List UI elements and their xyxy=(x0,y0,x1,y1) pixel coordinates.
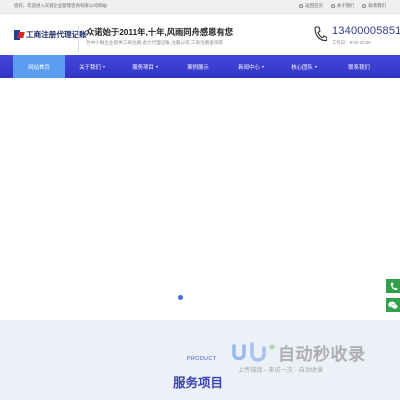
float-wechat-button[interactable] xyxy=(386,298,400,312)
logo-icon xyxy=(14,29,25,40)
nav-item-home[interactable]: 网站首页 xyxy=(13,55,65,78)
home-icon xyxy=(299,4,304,8)
float-phone-button[interactable] xyxy=(386,279,400,293)
top-links: 返回首页 关于我们 联系我们 xyxy=(299,3,386,9)
nav-item-news[interactable]: 新闻中心 xyxy=(225,55,277,78)
watermark-logo-icon xyxy=(232,342,275,362)
work-hours: 工作日：9:00-22:00 xyxy=(332,40,371,45)
carousel-dot[interactable] xyxy=(178,295,183,300)
sub-slogan: 为中小微企业提供工商注册,会计代理记账,注册公司,工商注册查询等 xyxy=(86,40,224,45)
nav-item-contact[interactable]: 联系我们 xyxy=(333,55,385,78)
watermark-subtext: 上传链接 - 来访一次 - 自动收录 xyxy=(238,367,324,374)
section-title: 服务项目 xyxy=(173,376,224,390)
contact-icon xyxy=(362,4,367,8)
top-link-about[interactable]: 关于我们 xyxy=(330,3,354,9)
nav-item-about[interactable]: 关于我们 xyxy=(66,55,118,78)
nav-item-cases[interactable]: 案例展示 xyxy=(172,55,224,78)
header: 工商注册代理记账 众诺始于2011年,十年,风雨同舟感恩有您 为中小微企业提供工… xyxy=(0,14,400,55)
main-nav: 网站首页 关于我们 服务项目 案例展示 新闻中心 核心团队 联系我们 xyxy=(0,55,400,78)
phone-icon xyxy=(390,282,397,290)
chevron-down-icon xyxy=(314,65,317,68)
nav-item-team[interactable]: 核心团队 xyxy=(278,55,330,78)
section-subtitle: PRODUCT xyxy=(187,356,217,362)
header-divider xyxy=(78,26,79,52)
nav-item-services[interactable]: 服务项目 xyxy=(119,55,171,78)
top-bar: 您好，欢迎进入天诚企业管理咨询有限公司网站! 返回首页 关于我们 联系我们 xyxy=(0,0,400,14)
chevron-down-icon xyxy=(155,65,158,68)
hotline-number[interactable]: 13400005851 xyxy=(332,25,400,37)
slogan: 众诺始于2011年,十年,风雨同舟感恩有您 xyxy=(86,27,234,37)
wechat-icon xyxy=(388,301,398,309)
hero-banner xyxy=(0,78,400,320)
info-icon xyxy=(330,4,335,8)
page: 您好，欢迎进入天诚企业管理咨询有限公司网站! 返回首页 关于我们 联系我们 工商… xyxy=(0,0,400,400)
site-logo[interactable]: 工商注册代理记账 xyxy=(14,29,87,40)
top-link-home[interactable]: 返回首页 xyxy=(299,3,323,9)
chevron-down-icon xyxy=(261,65,264,68)
phone-icon xyxy=(314,26,327,42)
chevron-down-icon xyxy=(102,65,105,68)
watermark-text: 自动秒收录 xyxy=(278,345,366,364)
welcome-text: 您好，欢迎进入天诚企业管理咨询有限公司网站! xyxy=(14,3,108,8)
watermark: 自动秒收录 上传链接 - 来访一次 - 自动收录 xyxy=(230,330,390,378)
top-link-contact[interactable]: 联系我们 xyxy=(362,3,386,9)
